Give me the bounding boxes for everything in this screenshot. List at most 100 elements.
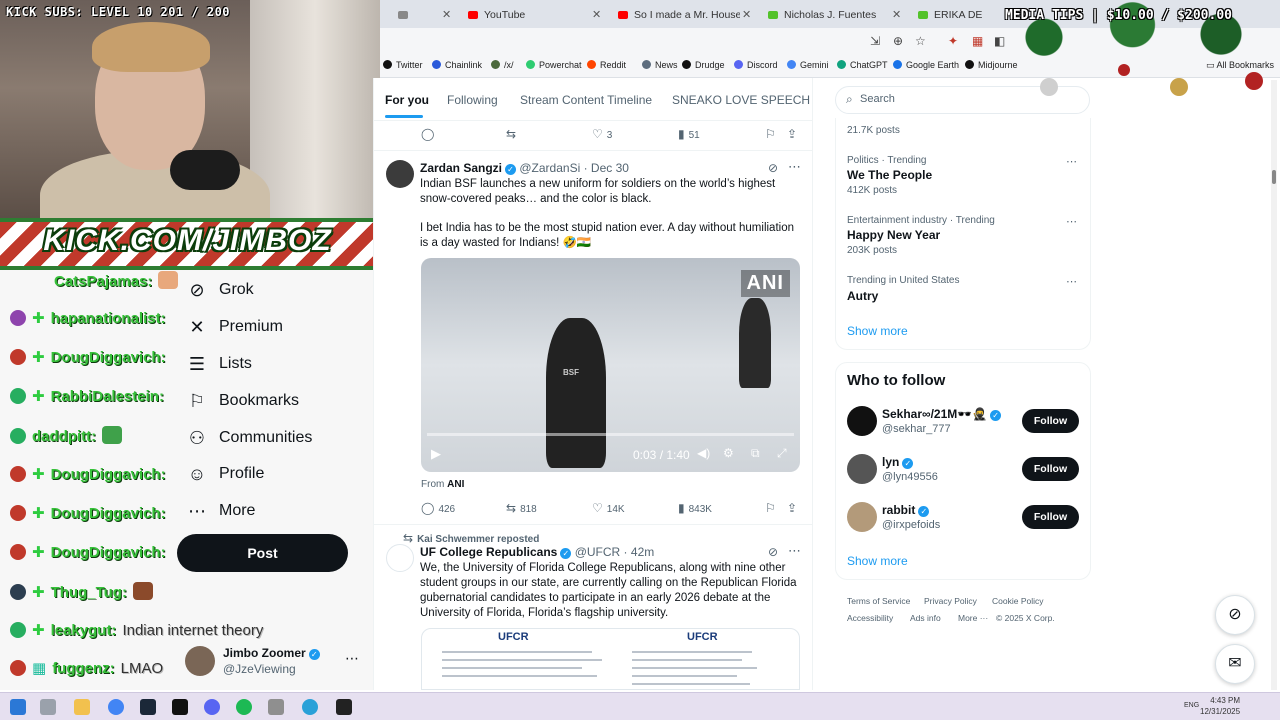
tweet-date[interactable]: 42m — [631, 545, 654, 559]
tab-close-icon[interactable]: ✕ — [742, 4, 751, 26]
trend-item-happy-new-year[interactable]: Happy New Year — [847, 228, 940, 242]
footer-terms[interactable]: Terms of Service — [847, 596, 910, 606]
browser-tab-mr-house[interactable]: So I made a Mr. House comp — [610, 4, 740, 26]
footer-privacy[interactable]: Privacy Policy — [924, 596, 977, 606]
trend-item-autry[interactable]: Autry — [847, 289, 878, 303]
like-button[interactable]: ♡ 14K — [592, 501, 625, 515]
tweet-author-handle[interactable]: @ZardanSi — [519, 161, 580, 175]
share-button[interactable]: ⇪ — [787, 127, 801, 141]
bookmark-x-board[interactable]: /x/ — [491, 60, 514, 70]
file-explorer-icon[interactable] — [74, 699, 90, 715]
picture-in-picture-icon[interactable]: ⧉ — [751, 446, 760, 461]
footer-ads-info[interactable]: Ads info — [910, 613, 941, 623]
discord-icon[interactable] — [204, 699, 220, 715]
tab-close-icon[interactable]: ✕ — [592, 4, 601, 26]
grok-fab[interactable]: ⊘ — [1215, 595, 1255, 635]
tab-stream-content-timeline[interactable]: Stream Content Timeline — [520, 93, 652, 107]
task-view-icon[interactable] — [40, 699, 56, 715]
bookmark-google-earth[interactable]: Google Earth — [893, 60, 959, 70]
avatar[interactable] — [847, 502, 877, 532]
bookmark-news[interactable]: News — [642, 60, 678, 70]
bookmark-star-icon[interactable]: ☆ — [915, 34, 926, 48]
views-button[interactable]: ▮ 843K — [678, 501, 712, 515]
bookmark-chainlink[interactable]: Chainlink — [432, 60, 482, 70]
zoom-icon[interactable]: ⊕ — [893, 34, 903, 48]
all-bookmarks[interactable]: ▭ All Bookmarks — [1206, 60, 1274, 71]
follow-button[interactable]: Follow — [1022, 409, 1079, 433]
repost-button[interactable]: ⇆ — [506, 127, 520, 141]
settings-gear-icon[interactable]: ⚙ — [723, 446, 734, 460]
trend-item-we-the-people[interactable]: We The People — [847, 168, 932, 182]
browser-tab-erika[interactable]: ERIKA DE — [910, 4, 990, 26]
grok-explain-button[interactable]: ⊘ — [768, 161, 782, 175]
telegram-icon[interactable] — [302, 699, 318, 715]
account-switcher[interactable]: Jimbo Zoomer ✓ @JzeViewing ⋯ — [185, 644, 365, 680]
repost-button[interactable]: ⇆ 818 — [506, 501, 537, 515]
tweet-image[interactable]: UFCR UFCR — [421, 628, 800, 690]
install-app-icon[interactable]: ⇲ — [870, 34, 880, 48]
bookmark-powerchat[interactable]: Powerchat — [526, 60, 582, 70]
follow-button[interactable]: Follow — [1022, 505, 1079, 529]
video-player[interactable]: BSF ANI ▶ 0:03 / 1:40 ◀) ⚙ ⧉ ⤢ — [421, 258, 800, 472]
share-button[interactable]: ⇪ — [787, 501, 801, 515]
follow-button[interactable]: Follow — [1022, 457, 1079, 481]
avatar[interactable] — [847, 454, 877, 484]
browser-tab-fuentes[interactable]: Nicholas J. Fuentes — [760, 4, 890, 26]
browser-tab-youtube[interactable]: YouTube — [460, 4, 600, 26]
app-icon[interactable] — [172, 699, 188, 715]
suggested-user-name[interactable]: Sekhar∞/21M🕶️🥷 — [882, 407, 987, 421]
trend-more-icon[interactable]: ⋯ — [1066, 215, 1077, 228]
bookmark-discord[interactable]: Discord — [734, 60, 778, 70]
tab-sneako-love-speech[interactable]: SNEAKO LOVE SPEECH — [672, 93, 810, 107]
tab-following[interactable]: Following — [447, 93, 498, 107]
tweet-author-handle[interactable]: @UFCR — [575, 545, 621, 559]
bookmark-gemini[interactable]: Gemini — [787, 60, 829, 70]
tweet-author-name[interactable]: UF College Republicans — [420, 545, 557, 559]
footer-accessibility[interactable]: Accessibility — [847, 613, 893, 623]
from-source[interactable]: ANI — [447, 479, 464, 490]
scrollbar-thumb[interactable] — [1272, 170, 1276, 184]
more-dots-icon[interactable]: ⋯ — [345, 650, 359, 667]
tab-close-icon[interactable]: ✕ — [892, 4, 901, 26]
bookmark-button[interactable]: ⚐ — [765, 501, 780, 515]
avatar[interactable] — [386, 544, 414, 572]
suggested-user-name[interactable]: lyn — [882, 455, 899, 469]
obs-icon[interactable] — [336, 699, 352, 715]
tab-for-you[interactable]: For you — [385, 93, 429, 107]
avatar[interactable] — [386, 160, 414, 188]
windows-start-icon[interactable] — [10, 699, 26, 715]
reply-button[interactable]: ◯ — [421, 127, 438, 141]
trend-more-icon[interactable]: ⋯ — [1066, 275, 1077, 288]
avatar[interactable] — [847, 406, 877, 436]
who-to-follow-show-more[interactable]: Show more — [847, 554, 908, 568]
video-progress-bar[interactable] — [427, 433, 794, 436]
spotify-icon[interactable] — [236, 699, 252, 715]
reply-button[interactable]: ◯ 426 — [421, 501, 455, 515]
bookmark-drudge[interactable]: Drudge — [682, 60, 725, 70]
taskbar-clock[interactable]: 4:43 PM 12/31/2025 — [1200, 695, 1240, 717]
tab-close-icon[interactable]: ✕ — [442, 4, 451, 26]
language-indicator[interactable]: ENG — [1184, 702, 1199, 709]
volume-icon[interactable]: ◀) — [697, 446, 710, 460]
post-button[interactable]: Post — [177, 534, 348, 572]
grok-explain-button[interactable]: ⊘ — [768, 545, 782, 559]
play-icon[interactable]: ▶ — [431, 446, 441, 462]
tweet-more-icon[interactable]: ⋯ — [788, 543, 801, 559]
app-icon[interactable] — [268, 699, 284, 715]
tweet-date[interactable]: Dec 30 — [591, 161, 629, 175]
fullscreen-icon[interactable]: ⤢ — [777, 446, 787, 461]
footer-more[interactable]: More ··· — [958, 613, 988, 623]
steam-icon[interactable] — [140, 699, 156, 715]
tweet-more-icon[interactable]: ⋯ — [788, 159, 801, 175]
chrome-icon[interactable] — [108, 699, 124, 715]
bookmark-chatgpt[interactable]: ChatGPT — [837, 60, 888, 70]
footer-cookie[interactable]: Cookie Policy — [992, 596, 1044, 606]
tweet-author-name[interactable]: Zardan Sangzi — [420, 161, 502, 175]
trend-more-icon[interactable]: ⋯ — [1066, 155, 1077, 168]
bookmark-reddit[interactable]: Reddit — [587, 60, 626, 70]
bookmark-midjourney[interactable]: Midjourne — [965, 60, 1018, 70]
views-button[interactable]: ▮ 51 — [678, 127, 700, 141]
like-button[interactable]: ♡ 3 — [592, 127, 612, 141]
suggested-user-name[interactable]: rabbit — [882, 503, 915, 517]
extension-icon[interactable]: ◧ — [994, 34, 1005, 48]
